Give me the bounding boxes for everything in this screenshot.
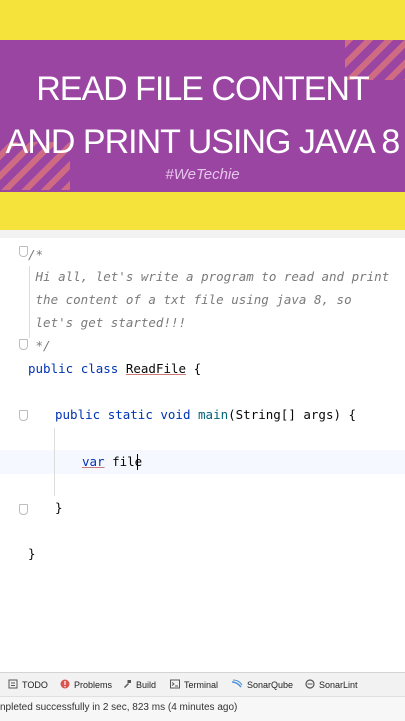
sonarqube-icon [231, 674, 243, 698]
keyword-var: var [82, 454, 105, 469]
indent-guide-method [54, 428, 55, 496]
bottom-yellow-band [0, 192, 405, 230]
code-comment-close: */ [28, 338, 51, 353]
tool-tab-label: SonarLint [319, 680, 358, 690]
editor-top-border [0, 230, 405, 238]
code-main-method-declaration: public static void main(String[] args) { [55, 404, 405, 426]
tool-tab-build[interactable]: Build [122, 673, 156, 697]
code-comment-line-2: the content of a txt file using java 8, … [28, 292, 352, 307]
build-icon [122, 674, 132, 698]
status-bar: npleted successfully in 2 sec, 823 ms (4… [0, 696, 405, 721]
keyword-static: static [107, 407, 153, 422]
code-comment-line-1: Hi all, let's write a program to read an… [28, 269, 390, 284]
tool-window-bar: TODO Problems Build Terminal SonarQube S… [0, 672, 405, 697]
tool-tab-label: SonarQube [247, 680, 294, 690]
keyword-class: class [80, 361, 119, 376]
code-comment-open: /* [28, 247, 44, 262]
tool-tab-label: Problems [74, 680, 113, 690]
brace-open: { [193, 361, 202, 376]
list-icon [8, 674, 18, 698]
tool-tab-label: Terminal [184, 680, 219, 690]
code-comment-line-3: let's get started!!! [28, 315, 187, 330]
sonarlint-icon [305, 674, 315, 698]
keyword-public: public [55, 407, 101, 422]
fold-marker-method-end[interactable] [19, 504, 28, 515]
tool-tab-todo[interactable]: TODO [8, 673, 48, 697]
tool-tab-sonarqube[interactable]: SonarQube [231, 673, 293, 697]
keyword-public: public [28, 361, 74, 376]
status-message: npleted successfully in 2 sec, 823 ms (4… [0, 702, 238, 713]
fold-marker-comment-start[interactable] [19, 246, 28, 257]
problems-icon [60, 674, 70, 698]
text-caret [137, 454, 138, 470]
tool-tab-label: TODO [22, 680, 48, 690]
banner-title-line-1: READ FILE CONTENT [36, 70, 369, 108]
code-class-declaration: public class ReadFile { [28, 358, 405, 380]
method-name: main [198, 407, 229, 422]
terminal-icon [170, 674, 180, 698]
code-current-line[interactable]: var file [82, 451, 405, 473]
code-editor[interactable]: /* Hi all, let's write a program to read… [0, 238, 405, 672]
fold-marker-method-start[interactable] [19, 410, 28, 421]
title-banner: READ FILE CONTENT AND PRINT USING JAVA 8… [0, 40, 405, 192]
banner-title-line-2: AND PRINT USING JAVA 8 [5, 123, 401, 161]
code-class-close-brace: } [28, 546, 36, 561]
class-name: ReadFile [125, 361, 187, 376]
keyword-void: void [160, 407, 191, 422]
tool-tab-problems[interactable]: Problems [60, 673, 112, 697]
tool-tab-label: Build [136, 680, 157, 690]
method-params: (String[] args) { [228, 407, 357, 422]
banner-hashtag: #WeTechie [165, 166, 240, 183]
fold-marker-comment-end[interactable] [19, 339, 28, 350]
code-method-close-brace: } [55, 500, 63, 515]
top-yellow-band [0, 0, 405, 40]
tool-tab-terminal[interactable]: Terminal [170, 673, 218, 697]
tool-tab-sonarlint[interactable]: SonarLint [305, 673, 358, 697]
